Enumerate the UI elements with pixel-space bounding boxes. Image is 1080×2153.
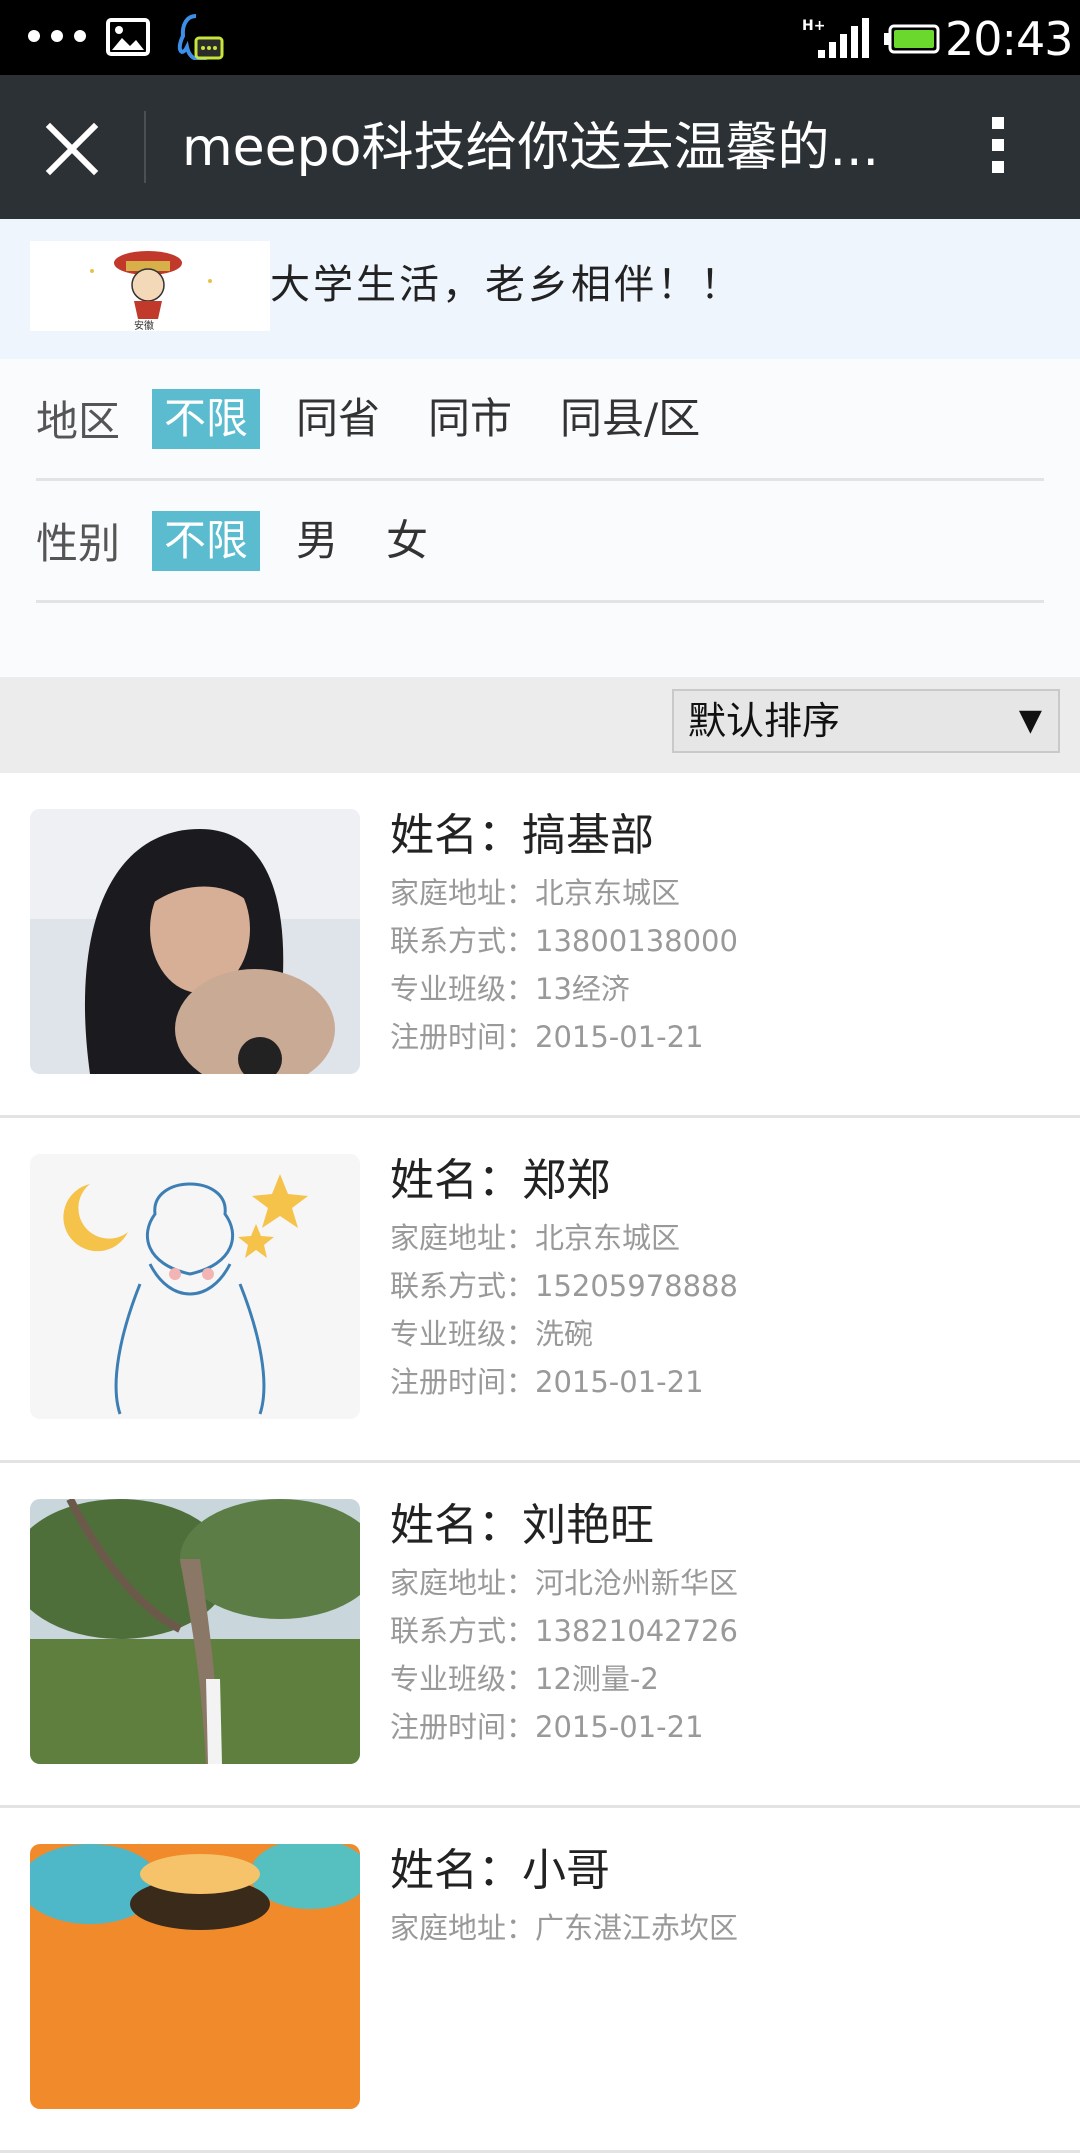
region-option-any[interactable]: 不限 xyxy=(152,388,261,449)
list-item[interactable]: 姓名：刘艳旺 家庭地址：河北沧州新华区 联系方式：13821042726 专业班… xyxy=(0,1463,1080,1808)
user-registered: 注册时间：2015-01-21 xyxy=(390,1020,704,1054)
user-registered: 注册时间：2015-01-21 xyxy=(390,1365,704,1399)
user-name: 姓名：刘艳旺 xyxy=(390,1500,654,1551)
filter-panel: 地区 不限 同省 同市 同县/区 性别 不限 男 女 xyxy=(0,359,1080,677)
gender-option-male[interactable]: 男 xyxy=(284,511,350,571)
svg-text:H+: H+ xyxy=(802,18,825,34)
user-registered: 注册时间：2015-01-21 xyxy=(390,1710,704,1744)
user-info: 姓名：小哥 家庭地址：广东湛江赤坎区 xyxy=(390,1842,738,1952)
user-contact: 联系方式：13821042726 xyxy=(390,1614,738,1648)
region-option-county[interactable]: 同县/区 xyxy=(548,389,712,449)
status-bar: H+ 20:43 xyxy=(0,0,1080,75)
user-address: 家庭地址：广东湛江赤坎区 xyxy=(390,1911,739,1945)
region-option-province[interactable]: 同省 xyxy=(284,389,392,449)
user-contact: 联系方式：15205978888 xyxy=(390,1269,738,1303)
qq-message-icon xyxy=(177,14,224,60)
user-info: 姓名：搞基部 家庭地址：北京东城区 联系方式：13800138000 专业班级：… xyxy=(390,807,738,1061)
title-bar: meepo科技给你送去温馨的... xyxy=(0,75,1080,219)
logo-image: 安徽 xyxy=(30,241,270,331)
gender-filter: 性别 不限 男 女 xyxy=(36,481,1044,603)
user-info: 姓名：郑郑 家庭地址：北京东城区 联系方式：15205978888 专业班级：洗… xyxy=(390,1152,738,1406)
image-notification-icon xyxy=(106,18,150,56)
slogan: 大学生活，老乡相伴！！ xyxy=(270,262,743,308)
dropdown-arrow-icon: ▼ xyxy=(1018,703,1042,738)
user-avatar xyxy=(30,1154,360,1419)
user-class: 专业班级：13经济 xyxy=(390,972,630,1006)
more-notifications-icon xyxy=(28,30,86,42)
user-avatar xyxy=(30,1844,360,2109)
clock: 20:43 xyxy=(945,12,1074,66)
title-divider xyxy=(144,111,146,183)
close-button[interactable] xyxy=(42,119,102,179)
gender-option-any[interactable]: 不限 xyxy=(152,510,261,571)
battery-icon xyxy=(884,24,940,54)
gender-option-female[interactable]: 女 xyxy=(374,511,440,571)
user-avatar xyxy=(30,809,360,1074)
region-filter: 地区 不限 同省 同市 同县/区 xyxy=(36,359,1044,481)
banner: 安徽 大学生活，老乡相伴！！ xyxy=(0,219,1080,359)
gender-filter-label: 性别 xyxy=(36,519,121,568)
user-name: 姓名：搞基部 xyxy=(390,810,654,861)
sort-dropdown-value: 默认排序 xyxy=(688,699,841,743)
user-list: 姓名：搞基部 家庭地址：北京东城区 联系方式：13800138000 专业班级：… xyxy=(0,773,1080,2153)
user-contact: 联系方式：13800138000 xyxy=(390,924,738,958)
list-item[interactable]: 姓名：小哥 家庭地址：广东湛江赤坎区 xyxy=(0,1808,1080,2153)
region-filter-label: 地区 xyxy=(36,397,121,446)
list-item[interactable]: 姓名：搞基部 家庭地址：北京东城区 联系方式：13800138000 专业班级：… xyxy=(0,773,1080,1118)
sort-dropdown[interactable]: 默认排序 ▼ xyxy=(672,689,1060,753)
region-option-city[interactable]: 同市 xyxy=(416,389,524,449)
user-address: 家庭地址：河北沧州新华区 xyxy=(390,1566,739,1600)
sort-bar: 默认排序 ▼ xyxy=(0,677,1080,773)
signal-icon: H+ xyxy=(802,18,869,58)
user-address: 家庭地址：北京东城区 xyxy=(390,1221,681,1255)
page-title: meepo科技给你送去温馨的... xyxy=(182,118,880,178)
list-item[interactable]: 姓名：郑郑 家庭地址：北京东城区 联系方式：15205978888 专业班级：洗… xyxy=(0,1118,1080,1463)
user-name: 姓名：小哥 xyxy=(390,1845,610,1896)
more-menu-button[interactable] xyxy=(978,117,1018,177)
user-class: 专业班级：洗碗 xyxy=(390,1317,594,1351)
user-class: 专业班级：12测量-2 xyxy=(390,1662,659,1696)
user-name: 姓名：郑郑 xyxy=(390,1155,610,1206)
user-address: 家庭地址：北京东城区 xyxy=(390,876,681,910)
user-info: 姓名：刘艳旺 家庭地址：河北沧州新华区 联系方式：13821042726 专业班… xyxy=(390,1497,738,1751)
logo-text: 安徽 xyxy=(134,319,154,331)
user-avatar xyxy=(30,1499,360,1764)
